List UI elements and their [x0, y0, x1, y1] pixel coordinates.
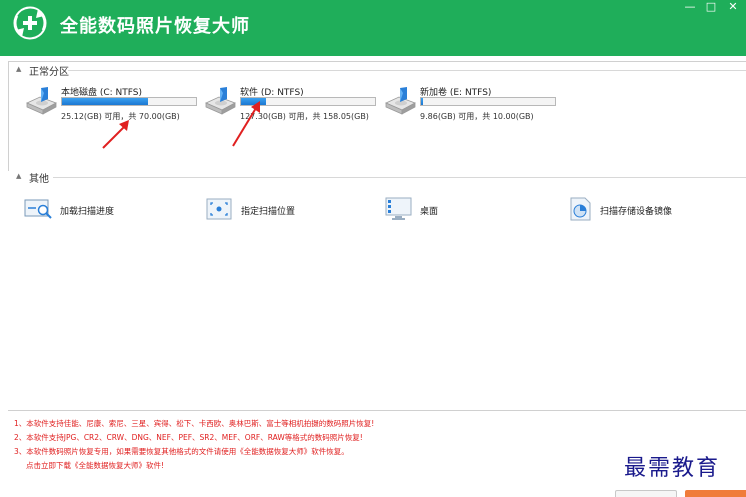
title-bar: 全能数码照片恢复大师 — □ ✕ — [0, 0, 746, 56]
disk-image-icon — [570, 197, 591, 221]
note-line: 2、本软件支持JPG、CR2、CRW、DNG、NEF、PEF、SR2、MEF、O… — [14, 433, 363, 442]
tool-label: 扫描存储设备镜像 — [600, 207, 673, 217]
collapse-icon[interactable]: ▲ — [16, 65, 21, 73]
section-other[interactable]: ▲ 其他 — [8, 170, 746, 185]
drive-capacity: 25.12(GB) 可用，共 70.00(GB) — [61, 112, 180, 121]
tool-label: 指定扫描位置 — [241, 207, 296, 217]
scan-disk-image-button[interactable]: 扫描存储设备镜像 — [564, 197, 734, 223]
search-progress-icon — [24, 199, 52, 219]
drive-e[interactable]: 新加卷 (E: NTFS) 9.86(GB) 可用，共 10.00(GB) — [383, 85, 556, 125]
desktop-icon — [385, 197, 412, 220]
watermark: 最需教育 — [624, 456, 721, 481]
close-button[interactable]: ✕ — [722, 0, 744, 14]
divider — [8, 410, 746, 411]
secondary-button[interactable] — [615, 490, 677, 497]
drive-usage-bar — [240, 97, 376, 106]
drive-capacity: 127.30(GB) 可用，共 158.05(GB) — [240, 112, 369, 121]
collapse-icon[interactable]: ▲ — [16, 172, 21, 180]
desktop-button[interactable]: 桌面 — [384, 197, 554, 223]
load-scan-progress-button[interactable]: 加载扫描进度 — [24, 197, 194, 223]
scan-location-icon — [206, 198, 232, 220]
section-normal-partition-label: 正常分区 — [29, 67, 69, 78]
app-logo-icon — [13, 6, 47, 40]
drive-c[interactable]: 本地磁盘 (C: NTFS) 25.12(GB) 可用，共 70.00(GB) — [24, 85, 197, 125]
drive-usage-fill — [421, 98, 423, 105]
drive-usage-fill — [62, 98, 148, 105]
hard-disk-icon — [205, 87, 236, 115]
hard-disk-icon — [385, 87, 416, 115]
section-normal-partition[interactable]: ▲ 正常分区 — [8, 63, 746, 78]
maximize-button[interactable]: □ — [700, 0, 722, 14]
primary-button[interactable] — [685, 490, 746, 497]
divider — [53, 177, 746, 178]
minimize-button[interactable]: — — [679, 0, 701, 14]
specify-scan-location-button[interactable]: 指定扫描位置 — [205, 197, 375, 223]
section-other-label: 其他 — [29, 174, 49, 185]
hard-disk-icon — [26, 87, 57, 115]
note-line: 1、本软件支持佳能、尼康、索尼、三星、宾得、松下、卡西欧、奥林巴斯、富士等相机拍… — [14, 419, 375, 428]
app-title: 全能数码照片恢复大师 — [60, 16, 250, 37]
drive-usage-bar — [61, 97, 197, 106]
drive-d[interactable]: 软件 (D: NTFS) 127.30(GB) 可用，共 158.05(GB) — [203, 85, 376, 125]
divider — [68, 70, 746, 71]
drive-usage-bar — [420, 97, 556, 106]
drive-capacity: 9.86(GB) 可用，共 10.00(GB) — [420, 112, 534, 121]
note-line: 3、本软件数码照片恢复专用，如果需要恢复其他格式的文件请使用《全能数据恢复大师》… — [14, 447, 349, 456]
tool-label: 加载扫描进度 — [60, 207, 115, 217]
drive-usage-fill — [241, 98, 267, 105]
download-link[interactable]: 点击立即下载《全能数据恢复大师》软件! — [26, 460, 164, 471]
tool-label: 桌面 — [420, 207, 439, 217]
